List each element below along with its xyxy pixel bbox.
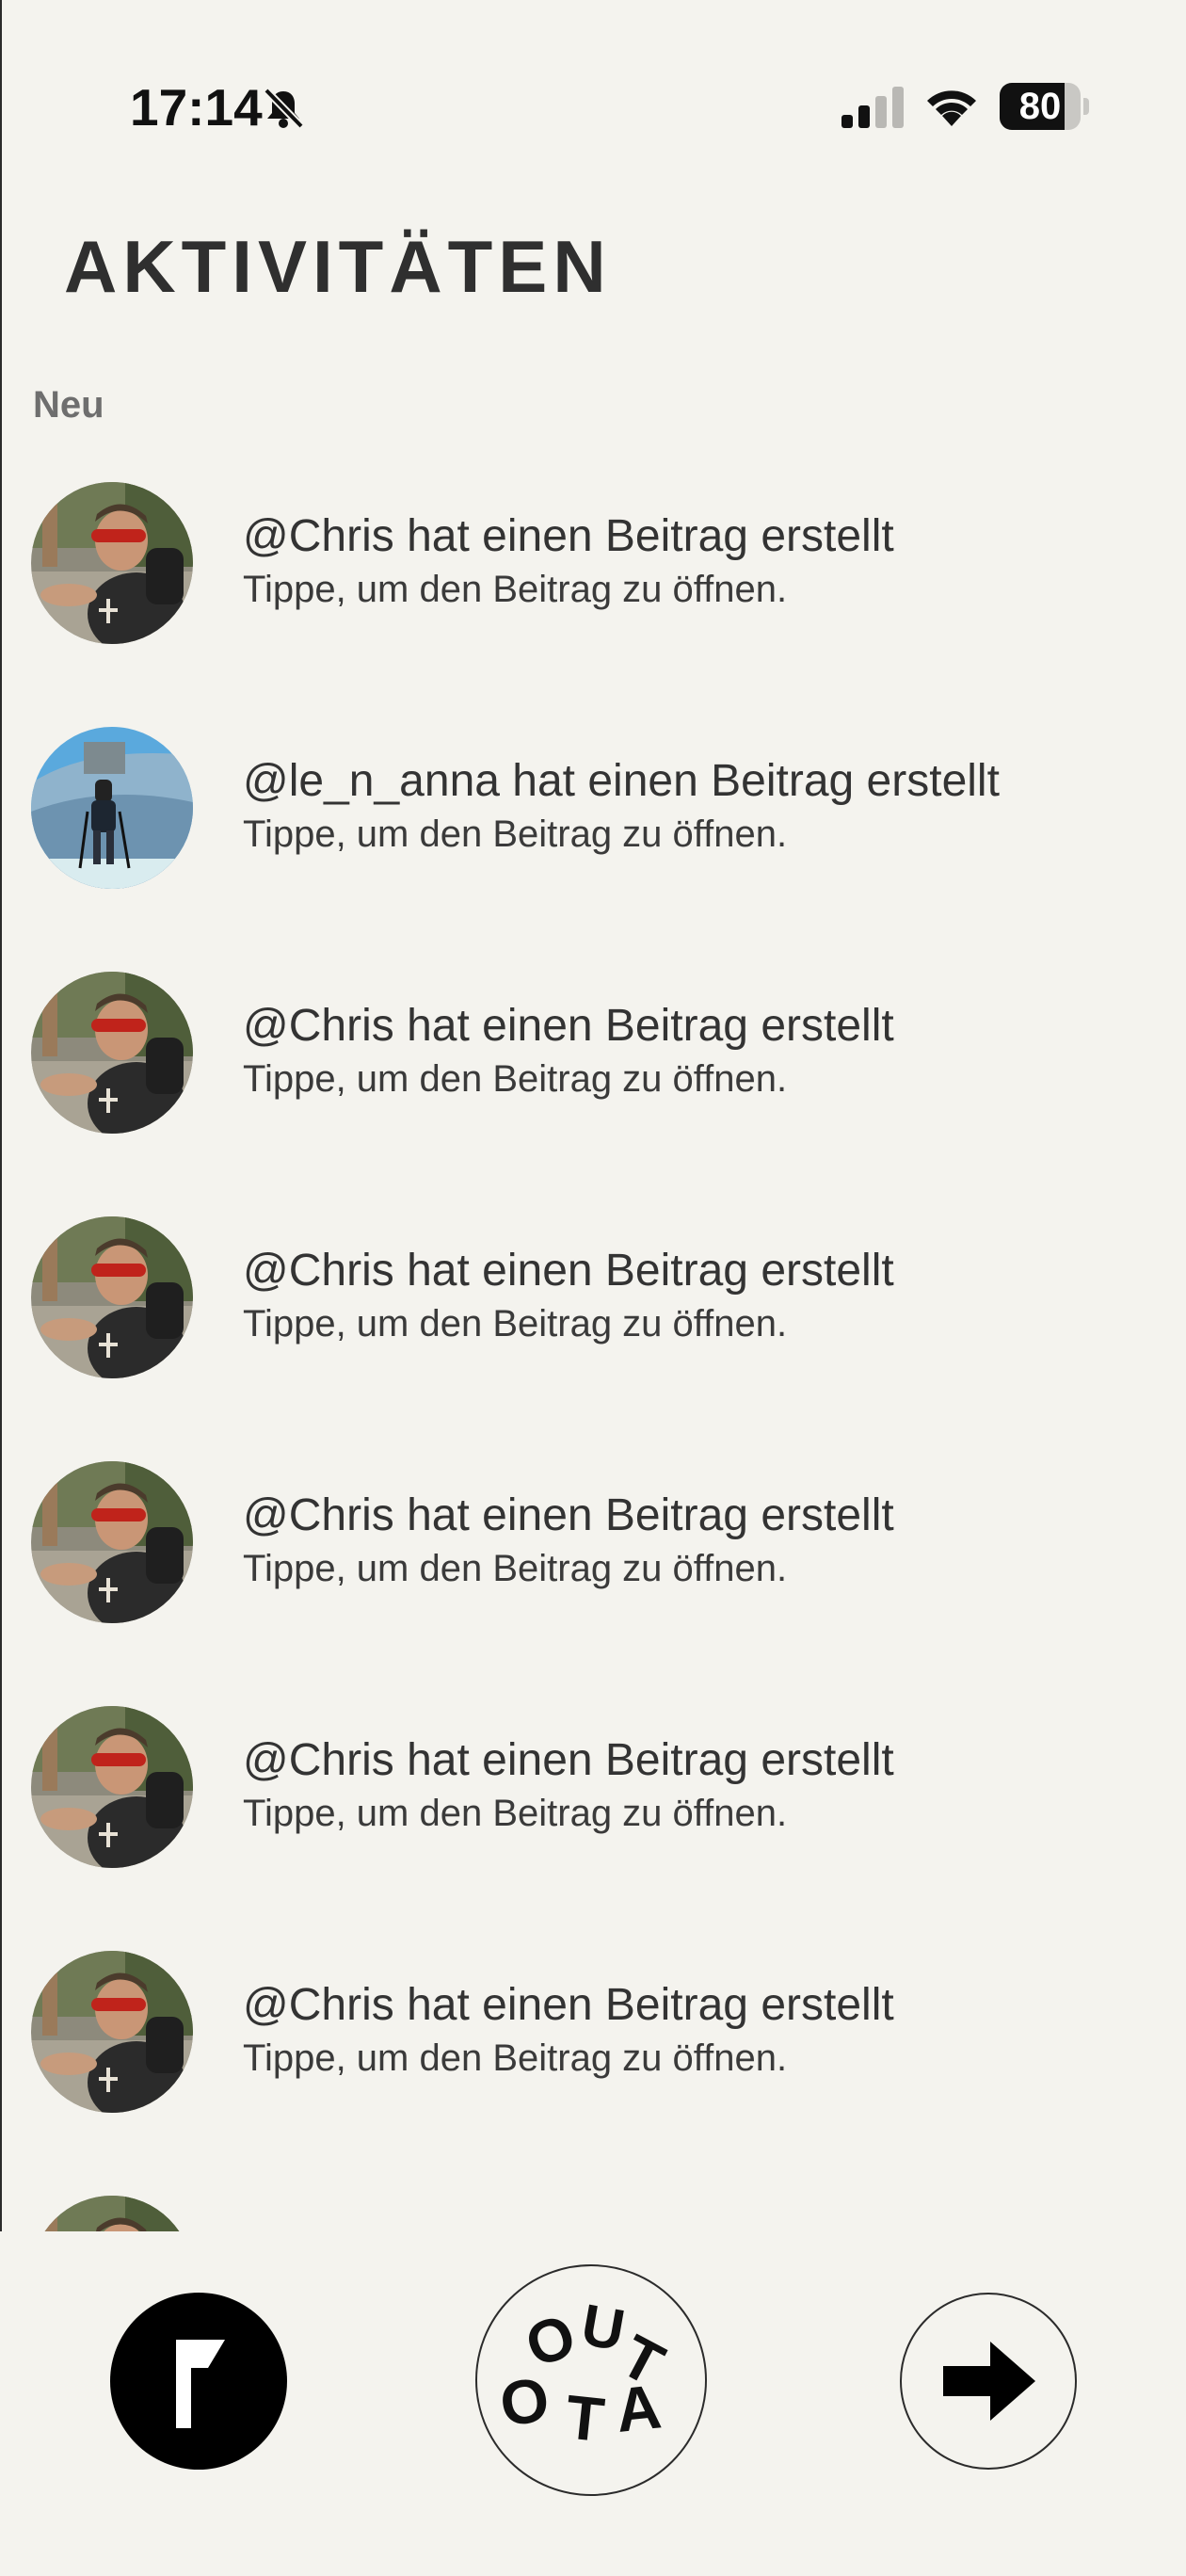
avatar[interactable] — [31, 1951, 193, 2113]
activity-title: @Chris hat einen Beitrag erstellt — [243, 511, 894, 561]
avatar[interactable] — [31, 2196, 193, 2231]
activity-title: @Chris hat einen Beitrag erstellt — [243, 1980, 894, 2030]
activity-title: @Chris hat einen Beitrag erstellt — [243, 1246, 894, 1296]
activity-list[interactable]: @Chris hat einen Beitrag erstellt Tippe, … — [0, 471, 1186, 2231]
status-bar: 17:14 80 — [0, 0, 1186, 217]
activity-item[interactable]: @Chris hat einen Beitrag erstellt Tippe, … — [0, 1450, 1186, 1695]
activity-item[interactable]: @Chris hat einen Beitrag erstellt Tippe, … — [0, 1205, 1186, 1450]
status-time: 17:14 — [130, 78, 263, 137]
next-button[interactable] — [900, 2293, 1077, 2470]
cellular-signal-icon — [840, 87, 906, 128]
battery-icon: 80 — [1000, 83, 1090, 130]
wifi-icon — [922, 83, 981, 128]
activity-item[interactable]: @Chris hat einen Beitrag erstellt Tippe, … — [0, 471, 1186, 716]
activity-subtitle: Tippe, um den Beitrag zu öffnen. — [243, 2037, 788, 2079]
avatar[interactable] — [31, 1216, 193, 1378]
outata-logo-icon: O U T O T A — [496, 2293, 675, 2455]
svg-text:A: A — [613, 2371, 665, 2445]
battery-body: 80 — [1000, 83, 1081, 130]
activity-subtitle: Tippe, um den Beitrag zu öffnen. — [243, 1793, 788, 1834]
avatar[interactable] — [31, 1461, 193, 1623]
svg-text:U: U — [577, 2293, 630, 2364]
activity-title: @le_n_anna hat einen Beitrag erstellt — [243, 756, 1000, 806]
outata-logo-button[interactable]: O U T O T A — [475, 2264, 707, 2496]
battery-percent: 80 — [1018, 86, 1062, 127]
activity-item[interactable]: @le_n_anna hat einen Beitrag erstellt Tip… — [0, 716, 1186, 960]
activity-title: @Chris hat einen Beitrag erstellt — [243, 2224, 894, 2231]
activity-title: @Chris hat einen Beitrag erstellt — [243, 1735, 894, 1785]
activity-item[interactable]: @Chris hat einen Beitrag erstelltTippe, … — [0, 2184, 1186, 2231]
activity-subtitle: Tippe, um den Beitrag zu öffnen. — [243, 1548, 788, 1589]
activity-title: @Chris hat einen Beitrag erstellt — [243, 1001, 894, 1051]
activity-subtitle: Tippe, um den Beitrag zu öffnen. — [243, 1303, 788, 1344]
bottom-navigation: O U T O T A — [0, 2231, 1186, 2576]
page-title: AKTIVITÄTEN — [64, 225, 612, 308]
arrow-right-icon — [943, 2342, 1035, 2421]
flag-button[interactable] — [110, 2293, 287, 2470]
avatar[interactable] — [31, 727, 193, 889]
avatar[interactable] — [31, 482, 193, 644]
activity-item[interactable]: @Chris hat einen Beitrag erstellt Tippe, … — [0, 960, 1186, 1205]
svg-text:T: T — [563, 2381, 608, 2455]
activity-subtitle: Tippe, um den Beitrag zu öffnen. — [243, 1058, 788, 1100]
battery-cap — [1083, 98, 1089, 115]
bell-off-icon — [262, 87, 305, 130]
avatar[interactable] — [31, 1706, 193, 1868]
section-label-new: Neu — [33, 384, 104, 426]
activity-title: @Chris hat einen Beitrag erstellt — [243, 1490, 894, 1540]
avatar[interactable] — [31, 972, 193, 1134]
activity-item[interactable]: @Chris hat einen Beitrag erstellt Tippe, … — [0, 1695, 1186, 1940]
activity-subtitle: Tippe, um den Beitrag zu öffnen. — [243, 569, 788, 610]
activity-item[interactable]: @Chris hat einen Beitrag erstellt Tippe, … — [0, 1940, 1186, 2184]
activity-subtitle: Tippe, um den Beitrag zu öffnen. — [243, 813, 788, 855]
svg-text:O: O — [496, 2363, 553, 2439]
flag-icon — [176, 2340, 225, 2428]
